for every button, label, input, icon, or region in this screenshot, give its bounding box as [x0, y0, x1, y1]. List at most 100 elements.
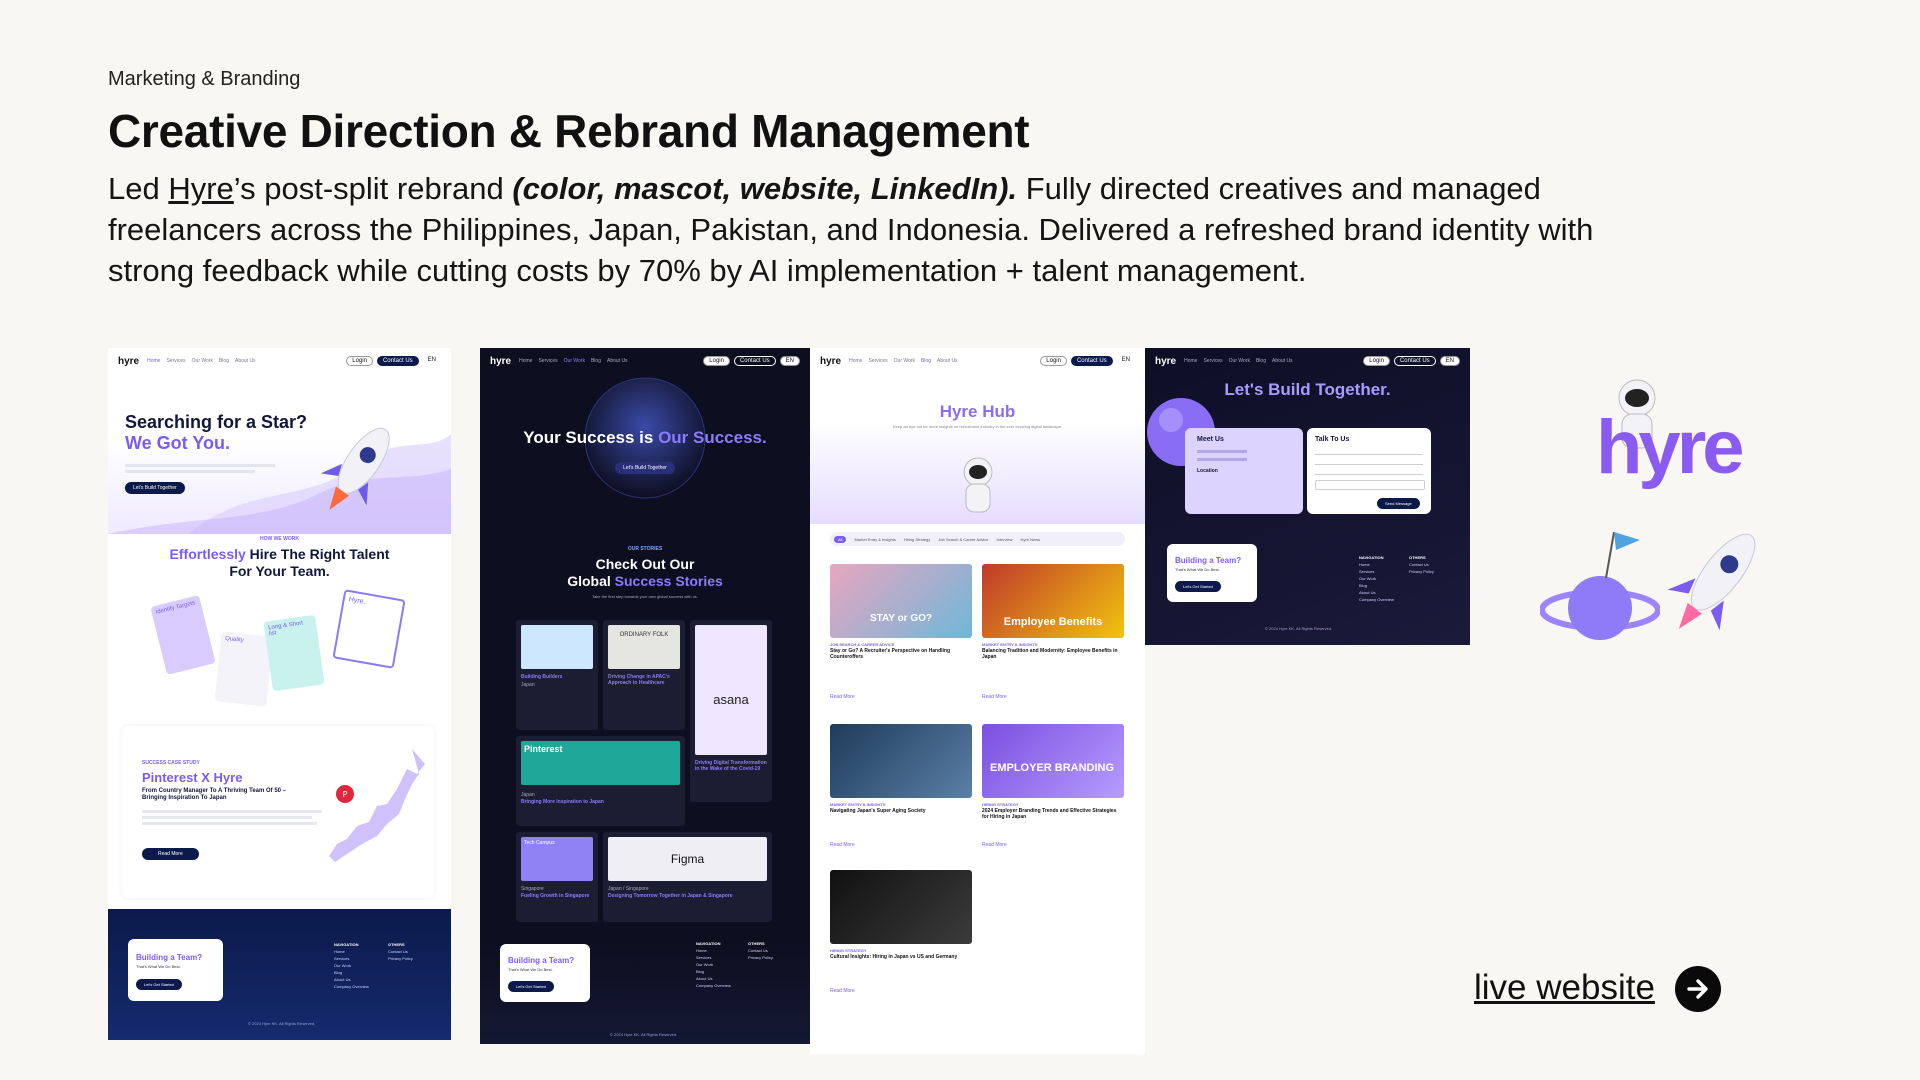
shot2-nav-blog[interactable]: Blog: [591, 358, 601, 364]
shot3-nav-blog[interactable]: Blog: [921, 358, 931, 364]
footer-nav-blog[interactable]: Blog: [1359, 582, 1394, 589]
shot3-lang-toggle[interactable]: EN: [1117, 356, 1135, 366]
story-tile[interactable]: Building Builders Japan: [516, 620, 598, 730]
blog-read-more[interactable]: Read More: [982, 842, 1007, 848]
filter-interview[interactable]: Interview: [997, 537, 1013, 542]
shot3-login-button[interactable]: Login: [1040, 356, 1067, 366]
shot1-nav-home[interactable]: Home: [147, 358, 160, 364]
footer-contact-link[interactable]: Contact Us: [388, 948, 413, 955]
shot3-nav-home[interactable]: Home: [849, 358, 862, 364]
shot1-nav-blog[interactable]: Blog: [219, 358, 229, 364]
footer-nav-ourwork[interactable]: Our Work: [334, 962, 369, 969]
shot4-nav-blog[interactable]: Blog: [1256, 358, 1266, 364]
blog-read-more[interactable]: Read More: [982, 694, 1007, 700]
shot3-contact-button[interactable]: Contact Us: [1070, 356, 1113, 366]
blog-card[interactable]: STAY or GO? JOB SEARCH & CAREER ADVICE S…: [830, 564, 972, 710]
shot1-nav-services[interactable]: Services: [166, 358, 185, 364]
shot1-lang-toggle[interactable]: EN: [423, 356, 441, 366]
stories-title: Check Out Our Global Success Stories: [480, 556, 810, 590]
footer-nav-overview[interactable]: Company Overview: [696, 982, 731, 989]
shot2-nav-ourwork[interactable]: Our Work: [564, 358, 585, 364]
shot2-contact-button[interactable]: Contact Us: [733, 356, 776, 366]
hero-wave-art: [108, 434, 451, 534]
hyre-link[interactable]: Hyre: [168, 171, 233, 206]
footer-privacy-link[interactable]: Privacy Policy: [748, 954, 773, 961]
blog-card[interactable]: Employee Benefits MARKET ENTRY & INSIGHT…: [982, 564, 1124, 710]
blog-read-more[interactable]: Read More: [830, 988, 855, 994]
form-email-field[interactable]: [1315, 460, 1423, 465]
shot4-contact-button[interactable]: Contact Us: [1393, 356, 1436, 366]
blog-card[interactable]: HIRING STRATEGY Cultural Insights: Hirin…: [830, 870, 972, 1000]
footer-others-title: OTHERS: [748, 941, 765, 946]
footer-nav-home[interactable]: Home: [334, 948, 369, 955]
footer-contact-link[interactable]: Contact Us: [748, 947, 773, 954]
story-tile[interactable]: Tech Campus Singapore Fueling Growth in …: [516, 832, 598, 922]
filter-news[interactable]: Hyre News: [1021, 537, 1041, 542]
shot1-nav-ourwork[interactable]: Our Work: [192, 358, 213, 364]
blog-card[interactable]: MARKET ENTRY & INSIGHTS Navigating Japan…: [830, 724, 972, 854]
shot1-nav-about[interactable]: About Us: [235, 358, 256, 364]
footer-privacy-link[interactable]: Privacy Policy: [1409, 568, 1434, 575]
shot4-lang-toggle[interactable]: EN: [1439, 356, 1460, 366]
shot4-nav-services[interactable]: Services: [1203, 358, 1222, 364]
filter-jobsearch[interactable]: Job Search & Career Advice: [938, 537, 988, 542]
shot2-nav-services[interactable]: Services: [538, 358, 557, 364]
shot1-how-we-work: HOW WE WORK Effortlessly Hire The Right …: [108, 534, 451, 724]
shot3-nav-about[interactable]: About Us: [937, 358, 958, 364]
shot4-nav-about[interactable]: About Us: [1272, 358, 1293, 364]
footer-contact-link[interactable]: Contact Us: [1409, 561, 1434, 568]
filter-market[interactable]: Market Entry & Insights: [854, 537, 895, 542]
footer-nav-overview[interactable]: Company Overview: [334, 983, 369, 990]
story-tile[interactable]: Pinterest Japan Bringing More Inspiratio…: [516, 736, 685, 826]
footer-nav-home[interactable]: Home: [1359, 561, 1394, 568]
shot1-hero-button[interactable]: Let's Build Together: [125, 482, 185, 494]
footer-cta-button[interactable]: Let's Get Started: [136, 979, 182, 990]
tile-label: Driving Digital Transformation in the Wa…: [695, 760, 767, 772]
shot4-nav-home[interactable]: Home: [1184, 358, 1197, 364]
footer-nav-ourwork[interactable]: Our Work: [1359, 575, 1394, 582]
send-message-button[interactable]: Send Message: [1377, 498, 1420, 509]
story-tile[interactable]: asana Driving Digital Transformation in …: [690, 620, 772, 802]
shot1-contact-button[interactable]: Contact Us: [376, 356, 419, 366]
shot2-login-button[interactable]: Login: [703, 356, 730, 366]
arrow-right-button[interactable]: [1675, 966, 1721, 1012]
footer-nav-overview[interactable]: Company Overview: [1359, 596, 1394, 603]
blog-read-more[interactable]: Read More: [830, 694, 855, 700]
form-name-field[interactable]: [1315, 450, 1423, 455]
form-message-field[interactable]: [1315, 480, 1425, 490]
footer-nav-blog[interactable]: Blog: [334, 969, 369, 976]
filter-hiring[interactable]: Hiring Strategy: [904, 537, 930, 542]
footer-cta-button[interactable]: Let's Get Started: [1175, 581, 1221, 592]
footer-nav-blog[interactable]: Blog: [696, 968, 731, 975]
filter-all[interactable]: All: [834, 535, 847, 543]
live-website-link[interactable]: live website: [1474, 968, 1655, 1008]
shot2-nav-home[interactable]: Home: [519, 358, 532, 364]
footer-nav-ourwork[interactable]: Our Work: [696, 961, 731, 968]
shot1-hero: Searching for a Star? We Got You. Let's …: [108, 374, 451, 534]
shot2-hero-button[interactable]: Let's Build Together: [615, 462, 675, 474]
story-tile[interactable]: Figma Japan / Singapore Designing Tomorr…: [603, 832, 772, 922]
footer-nav-about[interactable]: About Us: [1359, 589, 1394, 596]
footer-nav-about[interactable]: About Us: [696, 975, 731, 982]
blog-read-more[interactable]: Read More: [830, 842, 855, 848]
footer-cta-button[interactable]: Let's Get Started: [508, 981, 554, 992]
footer-nav-home[interactable]: Home: [696, 947, 731, 954]
shot1-login-button[interactable]: Login: [346, 356, 373, 366]
footer-nav-title: NAVIGATION: [696, 941, 721, 946]
footer-nav-services[interactable]: Services: [1359, 568, 1394, 575]
footer-nav-services[interactable]: Services: [696, 954, 731, 961]
blog-card[interactable]: EMPLOYER BRANDING HIRING STRATEGY 2024 E…: [982, 724, 1124, 854]
footer-nav-about[interactable]: About Us: [334, 976, 369, 983]
footer-privacy-link[interactable]: Privacy Policy: [388, 955, 413, 962]
shot4-login-button[interactable]: Login: [1363, 356, 1390, 366]
shot3-nav-ourwork[interactable]: Our Work: [894, 358, 915, 364]
form-topic-field[interactable]: [1315, 470, 1423, 475]
story-tile[interactable]: ORDINARY FOLK Driving Change in APAC's A…: [603, 620, 685, 730]
shot2-lang-toggle[interactable]: EN: [779, 356, 800, 366]
case-read-more[interactable]: Read More: [142, 848, 199, 860]
shot4-nav-ourwork[interactable]: Our Work: [1229, 358, 1250, 364]
footer-nav-services[interactable]: Services: [334, 955, 369, 962]
shot2-hero-title: Your Success is Our Success.: [480, 428, 810, 448]
shot3-nav-services[interactable]: Services: [868, 358, 887, 364]
shot2-nav-about[interactable]: About Us: [607, 358, 628, 364]
